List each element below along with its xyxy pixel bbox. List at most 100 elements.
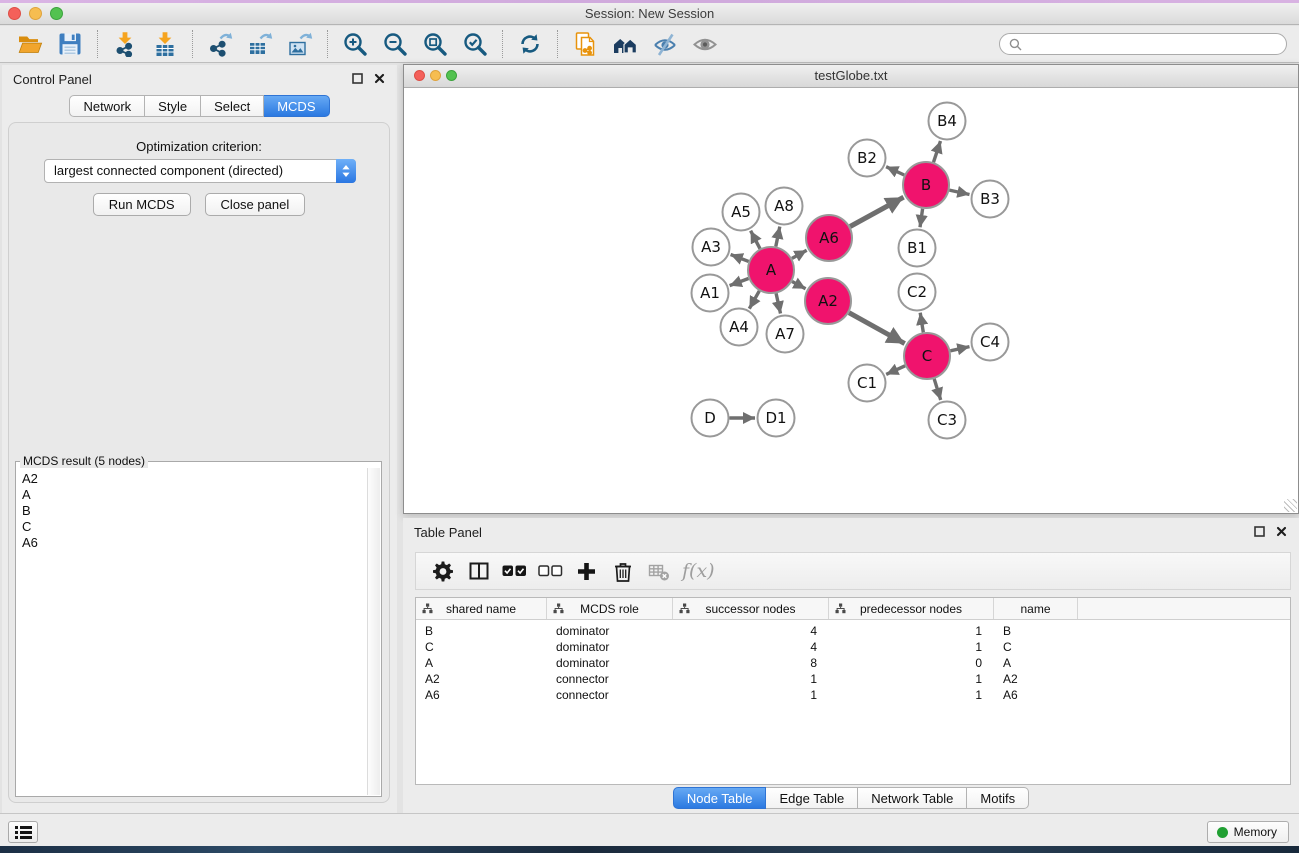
table-cell[interactable]: 1	[829, 672, 994, 688]
task-history-button[interactable]	[8, 821, 38, 843]
search-input[interactable]	[1028, 36, 1277, 52]
table-cell[interactable]: C	[994, 640, 1078, 656]
zoom-in-button[interactable]	[335, 28, 375, 60]
table-cell[interactable]: 0	[829, 656, 994, 672]
tab-select[interactable]: Select	[201, 95, 264, 117]
mcds-result-item[interactable]: B	[22, 503, 367, 519]
delete-columns-button[interactable]	[606, 556, 639, 586]
new-network-from-selection-button[interactable]	[565, 28, 605, 60]
graph-edge-A-A2[interactable]	[792, 282, 806, 289]
graph-edge-C-C2[interactable]	[920, 313, 923, 333]
unselect-all-columns-button[interactable]	[534, 556, 567, 586]
function-builder-button[interactable]: f(x)	[682, 560, 715, 582]
mcds-result-item[interactable]: C	[22, 519, 367, 535]
table-cell[interactable]: A2	[416, 672, 547, 688]
optimization-criterion-select[interactable]: largest connected component (directed)	[44, 159, 356, 183]
graph-edge-C-C4[interactable]	[950, 347, 969, 351]
zoom-fit-button[interactable]	[415, 28, 455, 60]
table-row[interactable]: A2connector11A2	[416, 672, 1290, 688]
graph-edge-B-B2[interactable]	[886, 167, 904, 175]
show-columns-button[interactable]	[462, 556, 495, 586]
tab-network[interactable]: Network	[69, 95, 145, 117]
mcds-result-list[interactable]: A2ABCA6	[17, 468, 367, 795]
open-session-button[interactable]	[10, 28, 50, 60]
maximize-view-button[interactable]	[446, 70, 457, 81]
table-row[interactable]: A6connector11A6	[416, 688, 1290, 704]
table-cell[interactable]: 1	[829, 688, 994, 704]
column-header-name[interactable]: name	[994, 598, 1078, 619]
table-mode-button[interactable]	[426, 556, 459, 586]
table-cell[interactable]: 1	[673, 672, 829, 688]
mcds-result-item[interactable]: A	[22, 487, 367, 503]
graph-edge-C-C3[interactable]	[934, 379, 941, 400]
close-view-button[interactable]	[414, 70, 425, 81]
run-mcds-button[interactable]: Run MCDS	[93, 193, 191, 216]
mcds-result-item[interactable]: A6	[22, 535, 367, 551]
close-panel-icon[interactable]	[374, 73, 385, 84]
table-cell[interactable]: 1	[829, 624, 994, 640]
float-panel-icon[interactable]	[352, 73, 363, 84]
tab-style[interactable]: Style	[145, 95, 201, 117]
graph-edge-B-B3[interactable]	[949, 190, 969, 194]
save-session-button[interactable]	[50, 28, 90, 60]
table-cell[interactable]: 1	[829, 640, 994, 656]
close-panel-button[interactable]: Close panel	[205, 193, 306, 216]
hide-selected-button[interactable]	[645, 28, 685, 60]
mcds-result-item[interactable]: A2	[22, 471, 367, 487]
result-scrollbar[interactable]	[367, 468, 380, 795]
export-table-button[interactable]	[240, 28, 280, 60]
search-field[interactable]	[999, 33, 1287, 55]
table-cell[interactable]: dominator	[547, 624, 673, 640]
refresh-view-button[interactable]	[510, 28, 550, 60]
table-row[interactable]: Adominator80A	[416, 656, 1290, 672]
graph-edge-A-A5[interactable]	[751, 231, 760, 249]
tab-mcds[interactable]: MCDS	[264, 95, 329, 117]
column-header-successor-nodes[interactable]: successor nodes	[673, 598, 829, 619]
export-image-button[interactable]	[280, 28, 320, 60]
graph-edge-A-A8[interactable]	[776, 227, 780, 247]
graph-edge-A6-B[interactable]	[850, 197, 904, 226]
table-cell[interactable]: B	[416, 624, 547, 640]
maximize-window-button[interactable]	[50, 7, 63, 20]
table-cell[interactable]: A	[416, 656, 547, 672]
zoom-out-button[interactable]	[375, 28, 415, 60]
home-button[interactable]	[605, 28, 645, 60]
graph-edge-A2-C[interactable]	[849, 313, 905, 344]
import-network-button[interactable]	[105, 28, 145, 60]
graph-edge-A-A1[interactable]	[730, 279, 749, 286]
column-header-predecessor-nodes[interactable]: predecessor nodes	[829, 598, 994, 619]
table-cell[interactable]: dominator	[547, 640, 673, 656]
float-table-panel-icon[interactable]	[1254, 526, 1265, 537]
tab-edge-table[interactable]: Edge Table	[766, 787, 858, 809]
table-cell[interactable]: A6	[416, 688, 547, 704]
graph-edge-A-A6[interactable]	[792, 250, 807, 258]
tab-motifs[interactable]: Motifs	[967, 787, 1029, 809]
graph-edge-C-C1[interactable]	[886, 366, 905, 375]
table-cell[interactable]: 4	[673, 624, 829, 640]
export-network-button[interactable]	[200, 28, 240, 60]
delete-table-button[interactable]	[642, 556, 675, 586]
column-header-mcds-role[interactable]: MCDS role	[547, 598, 673, 619]
table-cell[interactable]: C	[416, 640, 547, 656]
table-cell[interactable]: B	[994, 624, 1078, 640]
minimize-window-button[interactable]	[29, 7, 42, 20]
create-column-button[interactable]	[570, 556, 603, 586]
graph-edge-B-B4[interactable]	[934, 141, 941, 162]
zoom-selected-button[interactable]	[455, 28, 495, 60]
table-cell[interactable]: connector	[547, 688, 673, 704]
resize-grip[interactable]	[1284, 499, 1297, 512]
table-cell[interactable]: A2	[994, 672, 1078, 688]
tab-node-table[interactable]: Node Table	[673, 787, 767, 809]
network-canvas[interactable]: B4B2BB3A5A8A6B1A3AC2A1A2A4A7C4CC1C3DD1	[404, 88, 1298, 513]
table-cell[interactable]: dominator	[547, 656, 673, 672]
graph-edge-A-A4[interactable]	[749, 291, 759, 309]
show-all-button[interactable]	[685, 28, 725, 60]
minimize-view-button[interactable]	[430, 70, 441, 81]
table-cell[interactable]: A6	[994, 688, 1078, 704]
import-table-button[interactable]	[145, 28, 185, 60]
table-cell[interactable]: connector	[547, 672, 673, 688]
close-window-button[interactable]	[8, 7, 21, 20]
graph-edge-B-B1[interactable]	[920, 209, 923, 227]
memory-button[interactable]: Memory	[1207, 821, 1289, 843]
table-cell[interactable]: A	[994, 656, 1078, 672]
